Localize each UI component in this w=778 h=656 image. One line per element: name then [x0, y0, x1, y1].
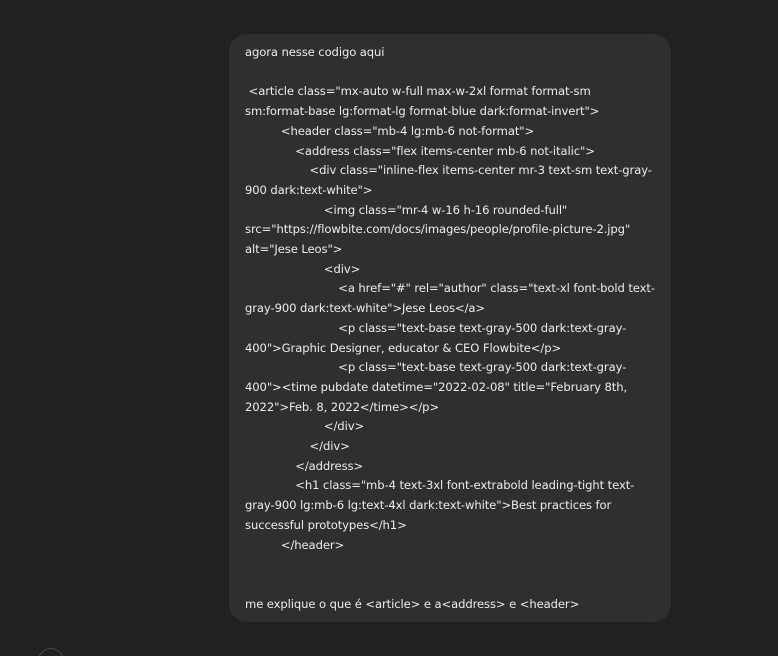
assistant-avatar-icon: [38, 648, 64, 656]
chat-page: agora nesse codigo aqui <article class="…: [0, 0, 778, 656]
user-message-text: agora nesse codigo aqui <article class="…: [245, 45, 655, 611]
user-message-bubble: agora nesse codigo aqui <article class="…: [229, 34, 671, 622]
